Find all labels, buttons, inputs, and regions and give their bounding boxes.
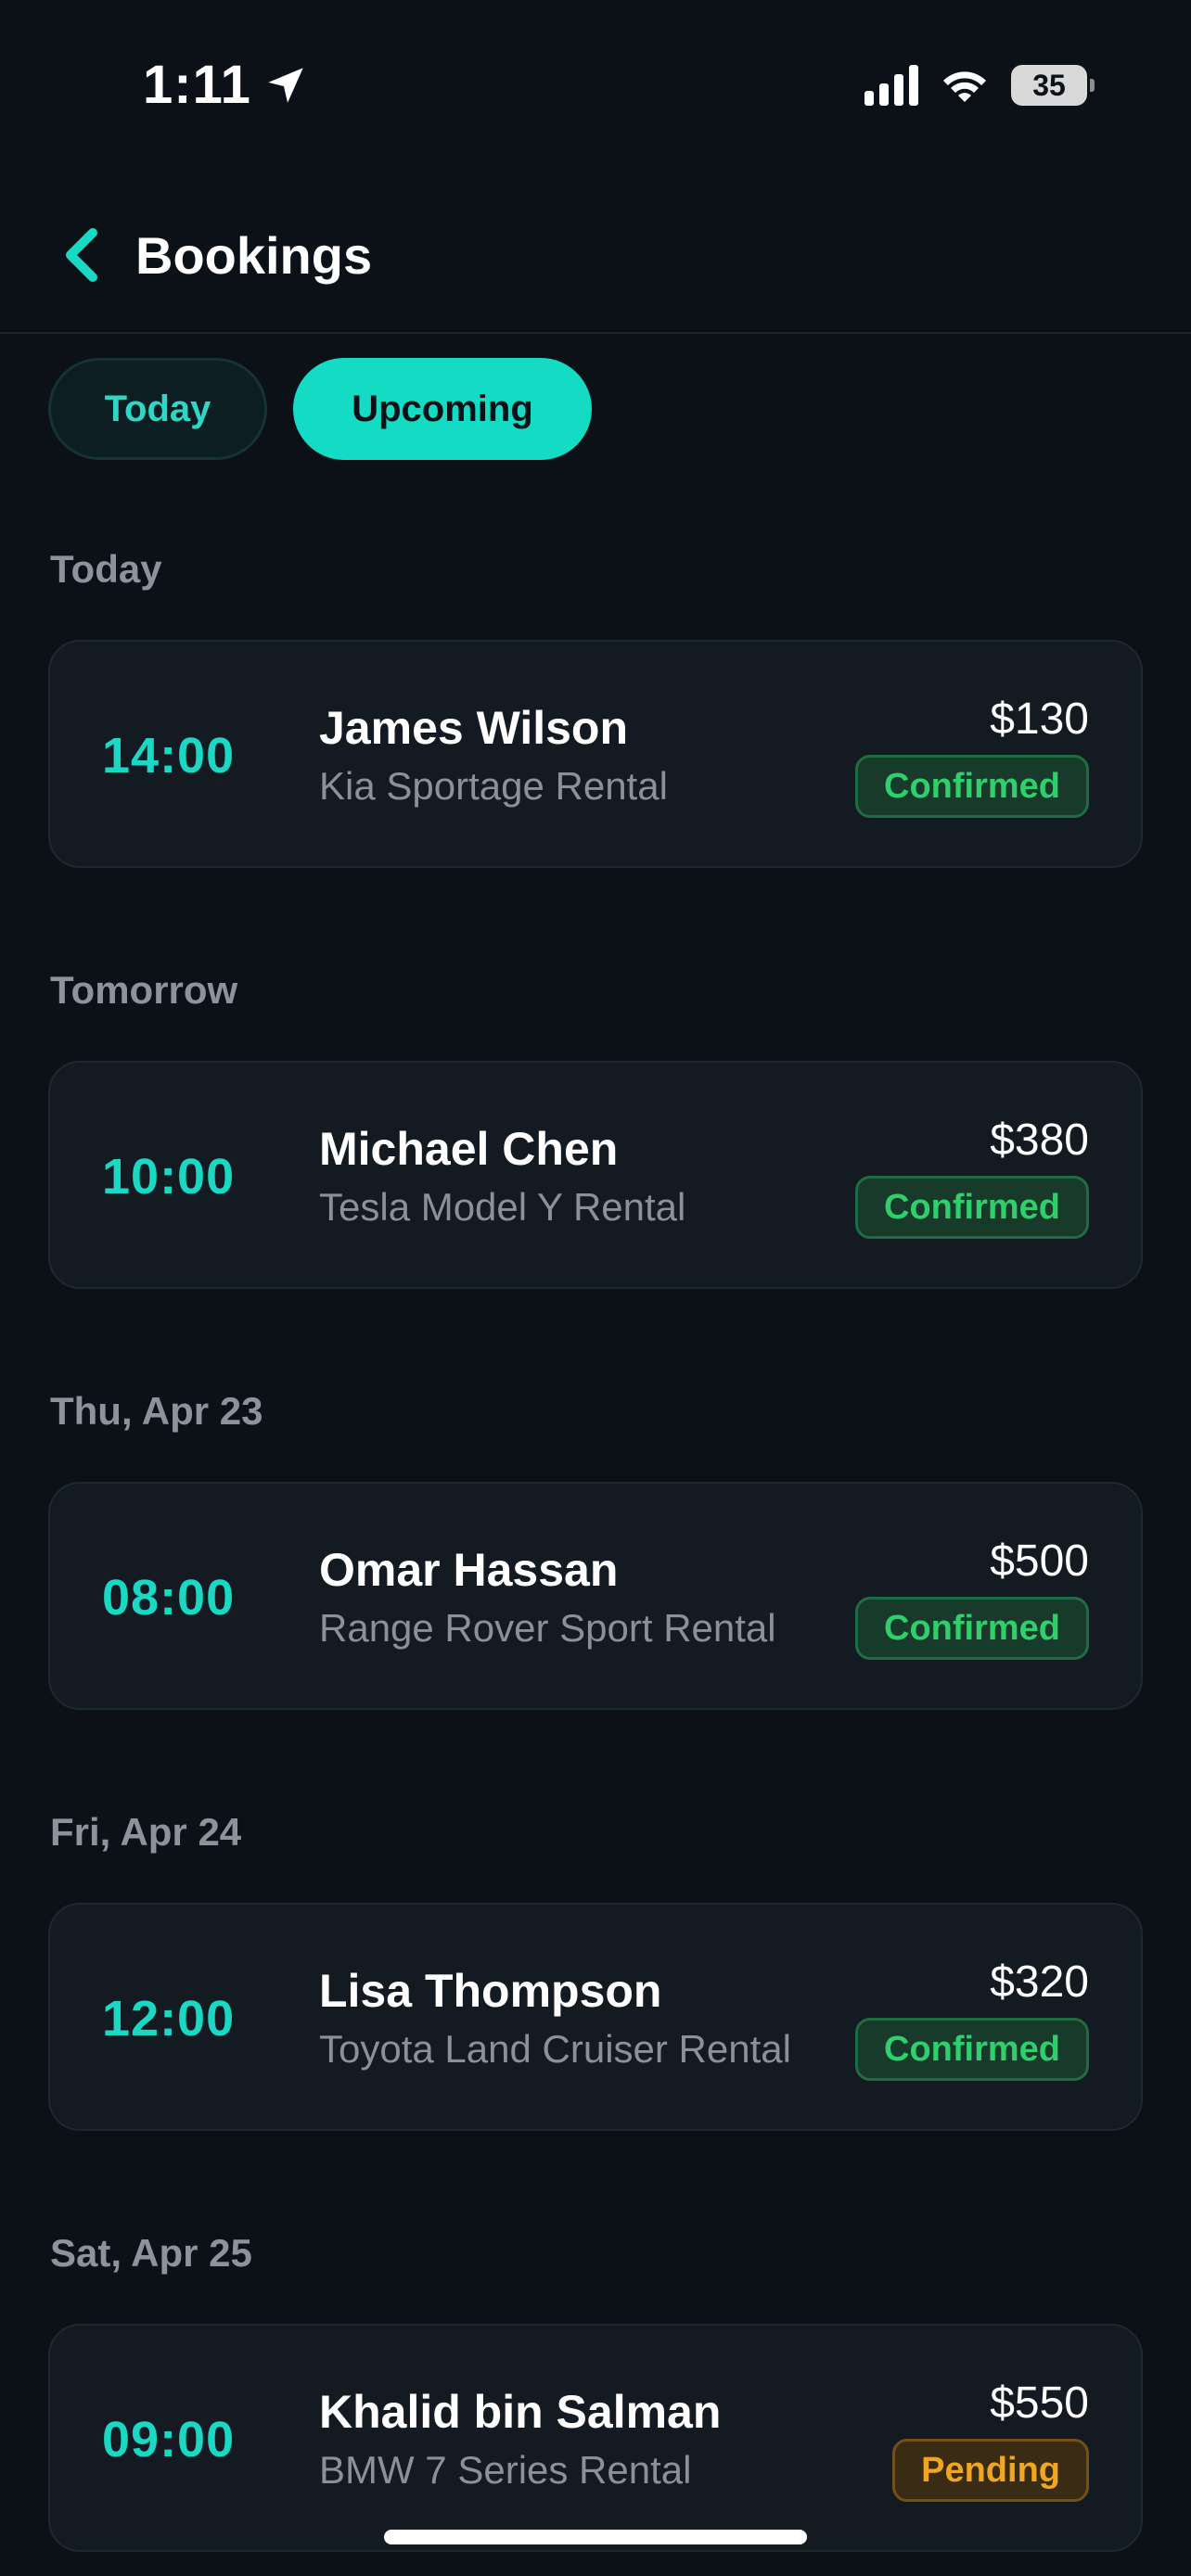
booking-card[interactable]: 14:00 James Wilson Kia Sportage Rental $… xyxy=(48,640,1143,868)
vehicle-name: Tesla Model Y Rental xyxy=(319,1185,686,1229)
tab-upcoming[interactable]: Upcoming xyxy=(293,358,592,460)
status-bar: 1:11 35 xyxy=(0,0,1191,167)
section-label-fri-apr-24: Fri, Apr 24 xyxy=(50,1810,242,1854)
vehicle-name: Toyota Land Cruiser Rental xyxy=(319,2027,791,2071)
vehicle-name: Range Rover Sport Rental xyxy=(319,1606,776,1650)
tab-today[interactable]: Today xyxy=(48,358,267,460)
booking-price: $130 xyxy=(990,695,1089,744)
status-badge: Confirmed xyxy=(855,1597,1089,1660)
back-button[interactable] xyxy=(54,223,109,287)
location-arrow-icon xyxy=(268,67,303,103)
vehicle-name: BMW 7 Series Rental xyxy=(319,2448,692,2492)
booking-card[interactable]: 12:00 Lisa Thompson Toyota Land Cruiser … xyxy=(48,1903,1143,2131)
battery-icon: 35 xyxy=(1011,65,1095,106)
booking-time: 09:00 xyxy=(102,2412,236,2468)
status-time: 1:11 xyxy=(143,54,309,116)
filter-tabs: Today Upcoming xyxy=(48,358,592,460)
customer-name: Michael Chen xyxy=(319,1123,619,1175)
customer-name: James Wilson xyxy=(319,702,629,754)
booking-card[interactable]: 08:00 Omar Hassan Range Rover Sport Rent… xyxy=(48,1482,1143,1710)
customer-name: Khalid bin Salman xyxy=(319,2386,722,2438)
customer-name: Omar Hassan xyxy=(319,1544,619,1596)
home-indicator[interactable] xyxy=(384,2530,807,2544)
booking-time: 12:00 xyxy=(102,1991,236,2047)
status-time-text: 1:11 xyxy=(143,55,251,115)
booking-time: 14:00 xyxy=(102,728,236,784)
booking-price: $550 xyxy=(990,2378,1089,2428)
section-label-sat-apr-25: Sat, Apr 25 xyxy=(50,2231,252,2275)
status-indicators: 35 xyxy=(864,65,1095,106)
section-label-tomorrow: Tomorrow xyxy=(50,968,238,1012)
cellular-signal-icon xyxy=(864,65,918,106)
booking-time: 10:00 xyxy=(102,1149,236,1205)
status-badge: Confirmed xyxy=(855,755,1089,818)
booking-card[interactable]: 09:00 Khalid bin Salman BMW 7 Series Ren… xyxy=(48,2324,1143,2552)
customer-name: Lisa Thompson xyxy=(319,1965,662,2017)
status-badge: Confirmed xyxy=(855,1176,1089,1239)
nav-header: Bookings xyxy=(0,185,1191,334)
page-title: Bookings xyxy=(135,226,373,285)
booking-price: $320 xyxy=(990,1958,1089,2007)
booking-time: 08:00 xyxy=(102,1570,236,1626)
status-badge: Confirmed xyxy=(855,2018,1089,2081)
vehicle-name: Kia Sportage Rental xyxy=(319,764,668,808)
status-badge: Pending xyxy=(892,2439,1089,2502)
section-label-thu-apr-23: Thu, Apr 23 xyxy=(50,1389,263,1433)
booking-card[interactable]: 10:00 Michael Chen Tesla Model Y Rental … xyxy=(48,1061,1143,1289)
booking-price: $380 xyxy=(990,1116,1089,1165)
battery-level: 35 xyxy=(1032,68,1066,102)
booking-price: $500 xyxy=(990,1537,1089,1586)
section-label-today: Today xyxy=(50,547,162,591)
chevron-left-icon xyxy=(66,228,97,282)
wifi-icon xyxy=(943,71,986,102)
